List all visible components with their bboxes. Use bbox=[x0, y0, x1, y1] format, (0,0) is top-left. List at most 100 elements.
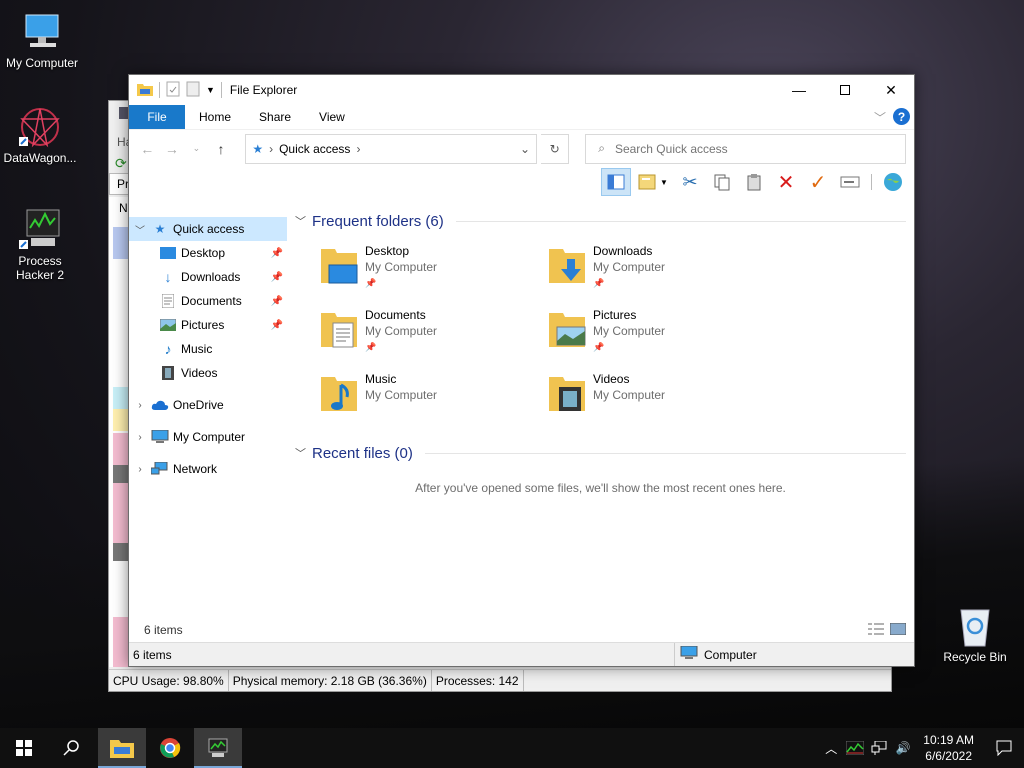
pictures-folder-icon bbox=[547, 307, 587, 351]
select-check-icon[interactable]: ✓ bbox=[803, 168, 833, 196]
monitor-icon bbox=[18, 10, 66, 54]
expand-ribbon-icon[interactable]: ﹀ bbox=[874, 109, 886, 126]
tab-file[interactable]: File bbox=[129, 105, 185, 129]
status-location: Computer bbox=[704, 647, 757, 662]
preview-pane-button[interactable]: ▼ bbox=[633, 168, 673, 196]
breadcrumb-quick-access[interactable]: Quick access bbox=[279, 142, 350, 156]
desktop-icon-recycle-bin[interactable]: Recycle Bin bbox=[933, 604, 1017, 664]
nav-documents[interactable]: Documents 📌 bbox=[129, 289, 287, 313]
clock-date: 6/6/2022 bbox=[925, 749, 972, 763]
folder-tile-downloads[interactable]: Downloads My Computer 📌 bbox=[547, 243, 775, 293]
start-button[interactable] bbox=[0, 728, 48, 768]
taskbar-file-explorer[interactable] bbox=[98, 728, 146, 768]
cut-icon[interactable]: ✂ bbox=[675, 168, 705, 196]
large-icons-view-icon[interactable] bbox=[889, 622, 907, 638]
taskbar-chrome[interactable] bbox=[146, 728, 194, 768]
folder-tile-music[interactable]: Music My Computer bbox=[319, 371, 547, 421]
taskbar-process-hacker[interactable] bbox=[194, 728, 242, 768]
refresh-icon[interactable]: ⟳ bbox=[115, 155, 129, 171]
nav-label: My Computer bbox=[173, 430, 246, 444]
minimize-button[interactable]: — bbox=[776, 75, 822, 105]
file-list-pane[interactable]: ﹀ Frequent folders (6) Desktop My Compute… bbox=[287, 199, 914, 618]
folder-name: Documents bbox=[365, 308, 426, 322]
up-button[interactable]: ↑ bbox=[211, 141, 232, 157]
rename-icon[interactable] bbox=[835, 168, 865, 196]
nav-desktop[interactable]: Desktop 📌 bbox=[129, 241, 287, 265]
nav-videos[interactable]: Videos bbox=[129, 361, 287, 385]
nav-onedrive[interactable]: › OneDrive bbox=[129, 393, 287, 417]
back-button[interactable]: ← bbox=[137, 141, 158, 157]
folder-tile-pictures[interactable]: Pictures My Computer 📌 bbox=[547, 307, 775, 357]
navigation-pane[interactable]: ﹀ ★ Quick access Desktop 📌 ↓ Downloads 📌… bbox=[129, 199, 287, 618]
window-controls: — ✕ bbox=[776, 75, 914, 105]
recent-files-header[interactable]: ﹀ Recent files (0) bbox=[295, 443, 906, 463]
row-highlight bbox=[113, 617, 129, 667]
volume-icon[interactable]: 🔊 bbox=[891, 741, 915, 755]
search-box[interactable]: ⌕ bbox=[585, 133, 906, 164]
action-center-button[interactable] bbox=[984, 740, 1024, 756]
network-tray-icon[interactable] bbox=[867, 741, 891, 755]
nav-label: OneDrive bbox=[173, 398, 224, 412]
pin-icon: 📌 bbox=[593, 342, 605, 352]
nav-my-computer[interactable]: › My Computer bbox=[129, 425, 287, 449]
properties-icon[interactable] bbox=[166, 81, 180, 100]
desktop-folder-icon bbox=[319, 243, 359, 287]
details-view-icon[interactable] bbox=[868, 623, 884, 638]
copy-icon[interactable] bbox=[707, 168, 737, 196]
separator bbox=[220, 82, 222, 98]
address-bar[interactable]: ★ › Quick access › ⌄ bbox=[245, 133, 538, 164]
folder-location: My Computer bbox=[593, 324, 666, 338]
tab-view[interactable]: View bbox=[305, 105, 359, 129]
nav-music[interactable]: ♪ Music bbox=[129, 337, 287, 361]
pin-icon: 📌 bbox=[365, 278, 377, 288]
status-zone: Computer bbox=[674, 643, 824, 666]
help-button[interactable]: ? bbox=[893, 108, 910, 125]
nav-quick-access[interactable]: ﹀ ★ Quick access bbox=[129, 217, 287, 241]
folder-tile-documents[interactable]: Documents My Computer 📌 bbox=[319, 307, 547, 357]
close-button[interactable]: ✕ bbox=[868, 75, 914, 105]
process-list[interactable]: N bbox=[109, 197, 130, 667]
folder-name: Music bbox=[365, 372, 397, 386]
clock[interactable]: 10:19 AM 6/6/2022 bbox=[923, 732, 974, 764]
nav-pictures[interactable]: Pictures 📌 bbox=[129, 313, 287, 337]
folder-tile-desktop[interactable]: Desktop My Computer 📌 bbox=[319, 243, 547, 293]
datawagon-icon bbox=[16, 105, 64, 149]
search-button[interactable] bbox=[48, 728, 96, 768]
file-explorer-window[interactable]: ▼ File Explorer — ✕ File Home Share View… bbox=[128, 74, 915, 667]
paste-icon[interactable] bbox=[739, 168, 769, 196]
process-hacker-tray-icon[interactable] bbox=[843, 741, 867, 755]
recent-locations-button[interactable]: ⌄ bbox=[186, 143, 207, 154]
desktop-icon-process-hacker[interactable]: Process Hacker 2 bbox=[0, 208, 82, 282]
navigation-pane-button[interactable] bbox=[601, 168, 631, 196]
expand-icon[interactable]: › bbox=[129, 464, 151, 475]
address-dropdown-icon[interactable]: ⌄ bbox=[520, 142, 530, 156]
refresh-button[interactable]: ↻ bbox=[541, 133, 570, 164]
system-tray: ︿ 🔊 10:19 AM 6/6/2022 bbox=[819, 728, 1024, 768]
tab-home[interactable]: Home bbox=[185, 105, 245, 129]
nav-downloads[interactable]: ↓ Downloads 📌 bbox=[129, 265, 287, 289]
title-bar[interactable]: ▼ File Explorer — ✕ bbox=[129, 75, 914, 105]
delete-icon[interactable]: ✕ bbox=[771, 168, 801, 196]
new-folder-icon[interactable] bbox=[186, 81, 200, 100]
forward-button[interactable]: → bbox=[162, 141, 183, 157]
group-title: Frequent folders (6) bbox=[312, 212, 444, 230]
nav-label: Quick access bbox=[173, 222, 245, 236]
tab-share[interactable]: Share bbox=[245, 105, 305, 129]
show-hidden-icons-icon[interactable]: ︿ bbox=[819, 740, 843, 757]
globe-icon[interactable] bbox=[878, 168, 908, 196]
expand-icon[interactable]: › bbox=[129, 432, 151, 443]
breadcrumb-chevron-icon: › bbox=[356, 141, 361, 156]
frequent-folders-header[interactable]: ﹀ Frequent folders (6) bbox=[295, 211, 906, 231]
maximize-button[interactable] bbox=[822, 75, 868, 105]
nav-network[interactable]: › Network bbox=[129, 457, 287, 481]
desktop-icon-my-computer[interactable]: My Computer bbox=[0, 10, 84, 70]
folder-tile-videos[interactable]: Videos My Computer bbox=[547, 371, 775, 421]
collapse-icon[interactable]: ﹀ bbox=[129, 222, 151, 237]
search-input[interactable] bbox=[614, 141, 905, 156]
expand-icon[interactable]: › bbox=[129, 400, 151, 411]
tab-fragment[interactable]: Pro bbox=[109, 173, 136, 195]
customize-toolbar-icon[interactable]: ▼ bbox=[206, 85, 215, 95]
taskbar: ︿ 🔊 10:19 AM 6/6/2022 bbox=[0, 728, 1024, 768]
desktop-icon-datawagon[interactable]: DataWagon... bbox=[0, 105, 82, 165]
desktop-folder-icon bbox=[159, 247, 177, 259]
